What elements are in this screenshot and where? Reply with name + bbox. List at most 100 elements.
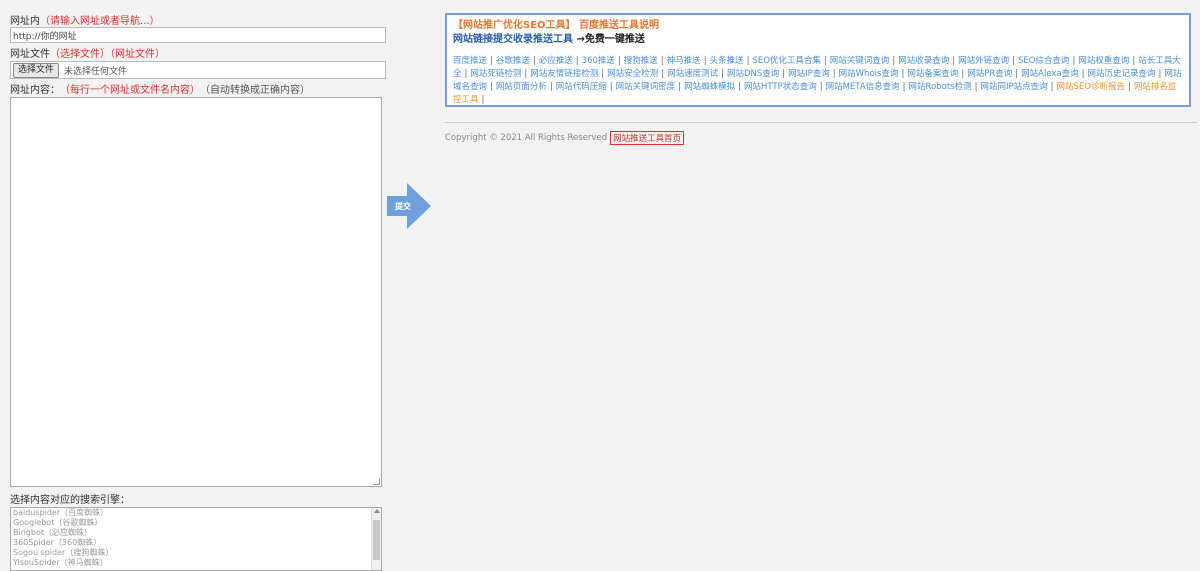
link-separator: | [1081, 69, 1085, 79]
choose-file-button[interactable]: 选择文件 [13, 62, 60, 78]
content-textarea[interactable] [10, 97, 382, 487]
list-item[interactable]: Sogou spider（搜狗蜘蛛） [11, 548, 381, 558]
tools-panel: 【网站推广优化SEO工具】 百度推送工具说明 网站链接提交收录推送工具 →免费一… [445, 13, 1191, 107]
link-separator: | [974, 82, 978, 92]
panel-title: 【网站推广优化SEO工具】 百度推送工具说明 [453, 19, 1183, 33]
file-hint: （选择文件）（网址文件） [50, 48, 165, 60]
link-separator: | [575, 56, 579, 66]
url-hint: （请输入网址或者导航...） [40, 15, 160, 27]
tool-link[interactable]: 网站友情链接检测 [530, 69, 598, 79]
content-label-row: 网址内容： （每行一个网址或文件名内容） （自动转换成正确内容） [10, 81, 384, 96]
tool-link[interactable]: 网站HTTP状态查询 [744, 82, 817, 92]
link-separator: | [1132, 56, 1136, 66]
copyright-text: Copyright © 2021 All Rights Reserved [445, 133, 608, 143]
tool-link[interactable]: 网站安全检测 [607, 69, 658, 79]
link-separator: | [952, 56, 956, 66]
tool-link[interactable]: 网站速度测试 [667, 69, 718, 79]
resize-handle[interactable] [373, 478, 380, 485]
link-separator: | [823, 56, 827, 66]
link-separator: | [490, 82, 493, 92]
tool-link[interactable]: 网站SEO诊断报告 [1057, 82, 1125, 92]
tool-link[interactable]: 必应推送 [539, 56, 573, 66]
tool-link[interactable]: 网站备案查询 [907, 69, 958, 79]
link-separator: | [617, 56, 621, 66]
list-item[interactable]: Bingbot（必应蜘蛛） [11, 528, 381, 538]
tool-link[interactable]: 网站收录查询 [898, 56, 949, 66]
tool-link[interactable]: 百度推送 [453, 56, 487, 66]
link-separator: | [660, 56, 664, 66]
footer: Copyright © 2021 All Rights Reserved 网站推… [445, 131, 685, 145]
list-item[interactable]: Googlebot（谷歌蜘蛛） [11, 518, 381, 528]
link-separator: | [1158, 69, 1162, 79]
tool-link[interactable]: 网站IP查询 [788, 69, 830, 79]
link-separator: | [782, 69, 786, 79]
no-file-text: 未选择任何文件 [64, 66, 128, 77]
link-separator: | [524, 69, 528, 79]
scroll-thumb[interactable] [373, 520, 380, 560]
link-separator: | [678, 82, 682, 92]
footer-link[interactable]: 网站推送工具首页 [610, 131, 685, 145]
scroll-up-icon[interactable] [374, 509, 380, 513]
link-separator: | [1015, 69, 1019, 79]
tool-link[interactable]: 搜狗推送 [624, 56, 658, 66]
link-separator: | [721, 69, 724, 79]
link-separator: | [832, 69, 836, 79]
link-separator: | [901, 69, 905, 79]
link-separator: | [746, 56, 750, 66]
link-separator: | [464, 69, 468, 79]
tool-link[interactable]: 360推送 [582, 56, 615, 66]
url-label: 网址内 [10, 15, 40, 27]
tool-link[interactable]: 网站关键词查询 [830, 56, 890, 66]
divider [445, 122, 1197, 123]
tool-link[interactable]: 网站关键词密度 [616, 82, 676, 92]
tool-link[interactable]: 网站页面分析 [496, 82, 547, 92]
file-label-row: 网址文件 （选择文件）（网址文件） [10, 45, 384, 60]
tool-link[interactable]: 神马推送 [667, 56, 701, 66]
tool-link[interactable]: 网站PR查询 [967, 69, 1012, 79]
tool-link[interactable]: 网站蜘蛛模拟 [684, 82, 735, 92]
panel-title-b[interactable]: 百度推送工具说明 [579, 20, 659, 31]
list-scrollbar[interactable] [371, 508, 381, 570]
tool-link[interactable]: 网站权重查询 [1078, 56, 1129, 66]
tool-link[interactable]: 网站代码压缩 [556, 82, 607, 92]
tool-link[interactable]: 头条推送 [710, 56, 744, 66]
content-sub: （自动转换成正确内容） [200, 84, 310, 96]
link-separator: | [661, 69, 665, 79]
tool-link[interactable]: 网站外链查询 [958, 56, 1009, 66]
file-input[interactable]: 选择文件 未选择任何文件 [10, 61, 386, 79]
panel-title-a[interactable]: 【网站推广优化SEO工具】 [453, 20, 576, 31]
tool-link[interactable]: 谷歌推送 [496, 56, 530, 66]
link-separator: | [738, 82, 741, 92]
list-item[interactable]: 360Spider（360蜘蛛） [11, 538, 381, 548]
tool-link[interactable]: 网站同IP站点查询 [981, 82, 1048, 92]
panel-line2-a[interactable]: 网站链接提交收录推送工具 [453, 34, 573, 45]
list-item[interactable]: YisouSpider（神马蜘蛛） [11, 558, 381, 568]
list-item[interactable]: baiduspider（百度蜘蛛） [11, 508, 381, 518]
list-label: 选择内容对应的搜索引擎： [10, 494, 130, 506]
link-separator: | [481, 95, 485, 105]
tool-link[interactable]: 网站死链检测 [470, 69, 521, 79]
tool-link[interactable]: 网站历史记录查询 [1088, 69, 1156, 79]
engine-select[interactable]: baiduspider（百度蜘蛛） Googlebot（谷歌蜘蛛） Bingbo… [10, 507, 382, 571]
link-separator: | [1050, 82, 1054, 92]
tool-link[interactable]: 网站DNS查询 [727, 69, 779, 79]
url-input[interactable]: http://你的网址 [10, 27, 386, 43]
content-label: 网址内容： [10, 84, 60, 96]
submit-arrow-button[interactable]: 提交 [387, 183, 431, 229]
link-separator: | [601, 69, 605, 79]
list-label-row: 选择内容对应的搜索引擎： [10, 491, 384, 506]
arrow-label: 提交 [395, 201, 411, 211]
tool-link[interactable]: 网站Alexa查询 [1021, 69, 1079, 79]
tool-link[interactable]: SEO综合查询 [1018, 56, 1069, 66]
link-separator: | [703, 56, 707, 66]
link-separator: | [549, 82, 553, 92]
tool-link[interactable]: 网站Whois查询 [839, 69, 899, 79]
url-label-row: 网址内 （请输入网址或者导航...） [10, 12, 384, 27]
tool-link[interactable]: 网站META信息查询 [826, 82, 900, 92]
file-label: 网址文件 [10, 48, 50, 60]
panel-subtitle: 网站链接提交收录推送工具 →免费一键推送 [453, 33, 1183, 47]
tool-link[interactable]: SEO优化工具合集 [752, 56, 820, 66]
link-separator: | [819, 82, 823, 92]
tool-link[interactable]: 网站Robots检测 [909, 82, 972, 92]
link-separator: | [532, 56, 536, 66]
